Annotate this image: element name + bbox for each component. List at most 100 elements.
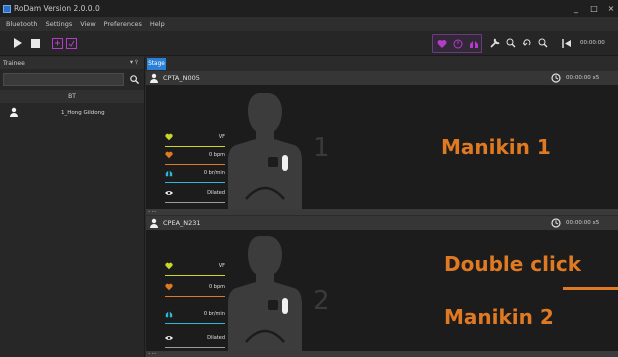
skip-start-button[interactable] (560, 35, 574, 51)
heart-icon (165, 283, 173, 291)
vital-heart-rate: 0 bpm (165, 151, 225, 165)
menu-help[interactable]: Help (150, 20, 165, 28)
heart-icon (437, 40, 447, 48)
scenario-edit-button[interactable] (50, 35, 64, 51)
vital-breath-rate-value: 0 br/min (203, 311, 225, 317)
vital-heart-rate: 0 bpm (165, 283, 225, 297)
scenario-export-button[interactable] (64, 35, 78, 51)
manikin-time: 00:00:00 x5 (566, 220, 600, 226)
user-icon (10, 107, 18, 117)
clock-icon (551, 73, 561, 83)
stop-button[interactable] (28, 35, 42, 51)
vital-heart-rate-value: 0 bpm (209, 284, 225, 290)
vital-breath-rate-line (165, 323, 225, 324)
manikin-number: 2 (313, 286, 330, 316)
lungs-icon (165, 170, 173, 177)
search-button[interactable] (127, 73, 141, 86)
lungs-icon (165, 311, 173, 318)
manikin-torso-figure (228, 93, 302, 209)
trainee-panel-title: Trainee (3, 59, 25, 67)
stop-icon (30, 38, 40, 48)
group-header-bt[interactable]: BT (0, 90, 144, 103)
zoom-in-button[interactable] (504, 35, 518, 51)
play-icon (13, 38, 22, 48)
user-icon (150, 218, 158, 228)
eye-icon (165, 191, 173, 195)
manikin-header: CPEA_N231 00:00:00 x5 (146, 216, 618, 230)
zoom-out-icon (538, 38, 548, 48)
menu-view[interactable]: View (80, 20, 95, 28)
vital-pupil-value: Dilated (207, 335, 225, 341)
manikin-footer: • •• (146, 351, 618, 357)
vital-rhythm: VF (165, 262, 225, 276)
heart-icon (165, 262, 173, 270)
vital-pupil-line (165, 347, 225, 348)
close-button[interactable]: × (603, 0, 618, 17)
tab-stage[interactable]: Stage (147, 58, 166, 70)
maximize-button[interactable]: □ (586, 0, 602, 17)
minimize-button[interactable]: _ (568, 0, 584, 17)
manikin-body: VF 0 bpm 0 br/min Dilated 2 (146, 230, 618, 357)
undo-icon (523, 39, 531, 46)
vital-rhythm-line (165, 146, 225, 147)
menu-bluetooth[interactable]: Bluetooth (6, 20, 38, 28)
annotation-manikin-2: Manikin 2 (444, 305, 554, 329)
app-icon (3, 4, 11, 13)
wrench-button[interactable] (488, 35, 502, 51)
lungs-toggle-button[interactable] (467, 36, 481, 52)
play-button[interactable] (10, 35, 24, 51)
manikin-time: 00:00:00 x5 (566, 75, 600, 81)
user-icon (150, 73, 158, 83)
eye-icon (165, 336, 173, 340)
pulse-toggle-button[interactable] (451, 36, 465, 52)
vital-rhythm-value: VF (218, 134, 225, 140)
vital-pupil-line (165, 202, 225, 203)
manikin-torso-figure (228, 236, 302, 352)
stage-tab-bar: Stage (146, 57, 618, 70)
vital-rhythm-line (165, 275, 225, 276)
vital-heart-rate-value: 0 bpm (209, 152, 225, 158)
undo-button[interactable] (520, 35, 534, 51)
trainee-panel: Trainee ▾ ⫯ BT 1_Hong Gildong (0, 57, 145, 357)
manikin-header: CPTA_N005 00:00:00 x5 (146, 71, 618, 85)
menu-settings[interactable]: Settings (46, 20, 73, 28)
trainee-row[interactable]: 1_Hong Gildong (0, 106, 144, 119)
zoom-out-button[interactable] (536, 35, 550, 51)
toolbar: 00:00:00 (0, 31, 618, 56)
manikin-footer: • •• (146, 209, 618, 215)
vital-breath-rate: 0 br/min (165, 310, 225, 324)
window-title: RoDam Version 2.0.0.0 (14, 4, 100, 13)
vital-rhythm: VF (165, 133, 225, 147)
pin-icon[interactable]: ▾ ⫯ (130, 58, 138, 67)
vital-breath-rate: 0 br/min (165, 169, 225, 183)
manikin-name: CPTA_N005 (163, 74, 200, 82)
menu-bar: Bluetooth Settings View Preferences Help (0, 17, 618, 31)
menu-preferences[interactable]: Preferences (104, 20, 142, 28)
search-row (0, 71, 144, 88)
vital-toggle-group (432, 34, 482, 53)
manikin-panel-2[interactable]: CPEA_N231 00:00:00 x5 VF 0 bpm 0 br/min … (146, 216, 618, 357)
toolbar-time: 00:00:00 (580, 40, 605, 46)
vital-breath-rate-value: 0 br/min (203, 170, 225, 176)
manikin-name: CPEA_N231 (163, 219, 201, 227)
annotation-manikin-1: Manikin 1 (441, 135, 551, 159)
clock-icon (551, 218, 561, 228)
vital-pupil-value: Dilated (207, 190, 225, 196)
vital-pupil: Dilated (165, 334, 225, 348)
scenario-export-icon (65, 37, 77, 49)
vital-breath-rate-line (165, 182, 225, 183)
vital-heart-rate-line (165, 296, 225, 297)
lungs-icon (470, 41, 478, 48)
manikin-number: 1 (313, 133, 330, 163)
wrench-icon (490, 38, 500, 48)
trainee-name: 1_Hong Gildong (61, 109, 105, 116)
heart-toggle-button[interactable] (435, 36, 449, 52)
pulse-icon (453, 39, 463, 49)
vital-heart-rate-line (165, 164, 225, 165)
heart-icon (165, 151, 173, 159)
scenario-edit-icon (51, 37, 63, 49)
search-icon (129, 75, 139, 84)
heart-icon (165, 133, 173, 141)
title-bar: RoDam Version 2.0.0.0 _ □ × (0, 0, 618, 17)
trainee-search-input[interactable] (3, 73, 124, 86)
